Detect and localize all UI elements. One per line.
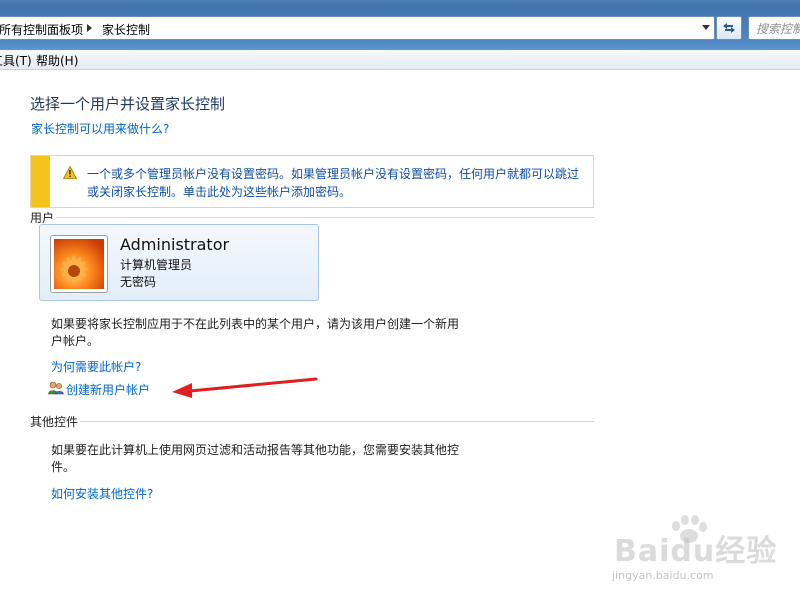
address-history-dropdown-icon[interactable] xyxy=(702,25,710,30)
page-title: 选择一个用户并设置家长控制 xyxy=(30,95,226,113)
other-controls-description: 如果要在此计算机上使用网页过滤和活动报告等其他功能，您需要安装其他控件。 xyxy=(51,443,460,474)
avatar xyxy=(50,235,108,293)
why-need-account-link[interactable]: 为何需要此帐户? xyxy=(51,358,141,375)
flower-avatar-icon xyxy=(54,239,104,289)
warning-stripe xyxy=(31,156,50,207)
other-controls-divider xyxy=(80,421,594,422)
how-to-install-other-controls-link[interactable]: 如何安装其他控件? xyxy=(51,485,153,502)
create-new-user-account-link[interactable]: 创建新用户帐户 xyxy=(66,381,150,398)
address-bar[interactable]: 所有控制面板项 家长控制 xyxy=(0,16,715,40)
watermark-brand: Baidu经验 xyxy=(614,534,778,569)
watermark-url: jingyan.baidu.com xyxy=(612,569,714,582)
warning-icon xyxy=(63,166,77,179)
user-role: 计算机管理员 xyxy=(120,258,193,272)
menu-tools[interactable]: 工具(T) xyxy=(0,52,32,69)
warning-banner[interactable]: 一个或多个管理员帐户没有设置密码。如果管理员帐户没有设置密码，任何用户就都可以跳… xyxy=(30,155,594,208)
other-controls-section-label: 其他控件 xyxy=(30,415,79,429)
refresh-button[interactable] xyxy=(716,16,742,40)
refresh-icon xyxy=(723,23,735,33)
user-name: Administrator xyxy=(120,235,230,254)
users-divider xyxy=(56,217,594,218)
warning-message[interactable]: 一个或多个管理员帐户没有设置密码。如果管理员帐户没有设置密码，任何用户就都可以跳… xyxy=(87,165,587,201)
menu-bar: 工具(T) 帮助(H) xyxy=(0,50,800,70)
users-icon xyxy=(48,381,64,395)
menu-help[interactable]: 帮助(H) xyxy=(36,52,78,69)
baidu-watermark: Baidu经验 jingyan.baidu.com xyxy=(610,512,790,592)
breadcrumb-all-control-panel-items[interactable]: 所有控制面板项 xyxy=(0,21,83,38)
what-can-parental-controls-do-link[interactable]: 家长控制可以用来做什么? xyxy=(31,120,169,137)
create-account-description: 如果要将家长控制应用于不在此列表中的某个用户，请为该用户创建一个新用户帐户。 xyxy=(51,317,460,348)
address-bar-area: 所有控制面板项 家长控制 搜索控制面板 xyxy=(0,0,800,50)
red-arrow-annotation xyxy=(172,377,318,398)
breadcrumb-separator-icon[interactable] xyxy=(87,24,92,32)
user-password-status: 无密码 xyxy=(120,275,157,289)
user-card-administrator[interactable]: Administrator 计算机管理员 无密码 xyxy=(39,224,319,301)
breadcrumb-parental-controls[interactable]: 家长控制 xyxy=(102,21,150,38)
search-input[interactable]: 搜索控制面板 xyxy=(748,16,800,40)
